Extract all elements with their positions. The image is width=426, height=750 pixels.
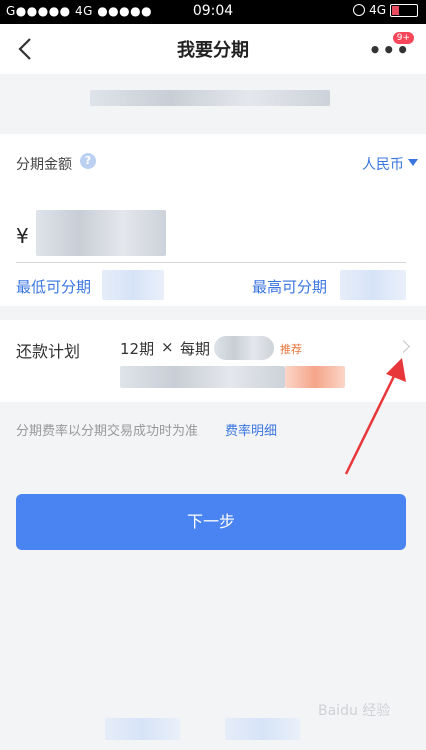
recommend-tag: 推荐: [280, 343, 302, 356]
caret-down-icon[interactable]: [408, 159, 418, 166]
chevron-right-icon[interactable]: [397, 340, 410, 353]
amount-input[interactable]: [36, 210, 166, 256]
nav-bar: 我要分期 ••• 9+: [0, 24, 426, 74]
rate-note: 分期费率以分期交易成功时为准: [16, 424, 199, 439]
annotation-arrow-icon: [344, 358, 406, 475]
amount-underline: [16, 262, 406, 263]
footer-blurred-text-2: [225, 718, 300, 740]
min-amount-label: 最低可分期: [16, 278, 92, 296]
max-amount-label: 最高可分期: [252, 278, 328, 296]
plan-periods: 12期: [120, 340, 155, 358]
amount-label: 分期金额: [16, 157, 72, 173]
amount-card: 分期金额 ? 人民币 ¥ 最低可分期 最高可分期: [0, 134, 426, 306]
notification-badge: 9+: [392, 32, 414, 44]
more-menu-icon[interactable]: •••: [369, 40, 410, 60]
plan-times-sign: ×: [161, 338, 174, 356]
alarm-icon: [353, 4, 366, 16]
status-right: 4G: [353, 3, 418, 17]
max-amount-value: [340, 270, 406, 300]
status-bar: G●●●●● 4G ●●●●● 09:04 4G: [0, 0, 426, 24]
page-title: 我要分期: [177, 40, 249, 61]
blurred-account-info: [90, 90, 330, 106]
plan-amount-value: [214, 336, 274, 360]
battery-icon: [390, 3, 418, 17]
network-label: 4G: [369, 3, 386, 17]
plan-label: 还款计划: [16, 342, 81, 361]
footer-blurred-text: [105, 718, 180, 740]
currency-selector[interactable]: 人民币: [362, 154, 404, 174]
plan-each-label: 每期: [180, 340, 211, 358]
next-step-button[interactable]: 下一步: [16, 494, 406, 550]
rate-detail-link[interactable]: 费率明细: [225, 420, 277, 439]
min-amount-value: [102, 270, 164, 300]
plan-detail-line: [120, 366, 285, 388]
watermark-logo: Baidu 经验: [318, 703, 391, 719]
plan-detail-highlight: [285, 366, 345, 388]
currency-symbol: ¥: [16, 224, 29, 248]
help-icon[interactable]: ?: [80, 153, 96, 169]
